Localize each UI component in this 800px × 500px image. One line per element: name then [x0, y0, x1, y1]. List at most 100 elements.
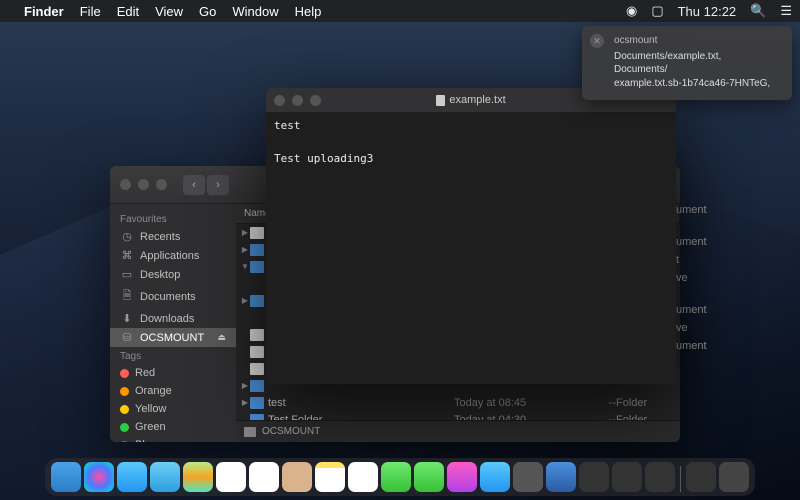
notification-center-icon[interactable]: ☰ — [780, 3, 792, 19]
sidebar-item-applications[interactable]: ⌘Applications — [110, 246, 236, 265]
sidebar-item-desktop[interactable]: ▭ Desktop — [110, 265, 236, 284]
tag-red[interactable]: Red — [110, 364, 236, 382]
disclosure-icon[interactable]: ▶ — [240, 245, 250, 254]
editor-title: example.txt — [449, 94, 505, 106]
folder-icon — [250, 397, 264, 409]
disclosure-icon[interactable]: ▶ — [240, 381, 250, 390]
tag-label: Orange — [135, 385, 172, 397]
notification[interactable]: ✕ ocsmount Documents/example.txt, Docume… — [582, 26, 792, 100]
sidebar-item-downloads[interactable]: ⬇Downloads — [110, 309, 236, 328]
dock-trash[interactable] — [719, 462, 749, 492]
dock[interactable] — [45, 458, 755, 496]
airplay-icon[interactable]: ▢ — [651, 3, 663, 19]
traffic-close[interactable] — [120, 179, 131, 190]
table-row[interactable]: ▶testToday at 08:45--Folder — [236, 394, 680, 411]
dock-facetime[interactable] — [414, 462, 444, 492]
app-menu[interactable]: Finder — [24, 4, 64, 19]
folder-icon — [250, 295, 264, 307]
eject-icon[interactable]: ⏏ — [217, 332, 226, 343]
traffic-zoom[interactable] — [156, 179, 167, 190]
disclosure-icon[interactable]: ▼ — [240, 262, 250, 271]
dock-siri[interactable] — [84, 462, 114, 492]
sidebar-item-label: Applications — [140, 250, 199, 262]
file-kind: Folder — [616, 397, 676, 409]
editor-body[interactable]: test Test uploading3 — [266, 112, 676, 174]
dock-dark[interactable] — [579, 462, 609, 492]
sidebar-item-ocsmount[interactable]: ⛁ OCSMOUNT ⏏ — [110, 328, 236, 347]
disclosure-icon[interactable]: ▶ — [240, 296, 250, 305]
file-icon — [250, 227, 264, 239]
table-row[interactable]: Test FolderToday at 04:30--Folder — [236, 411, 680, 420]
overflow-text: ument — [676, 340, 716, 358]
menu-file[interactable]: File — [80, 4, 101, 19]
dock-prefs[interactable] — [513, 462, 543, 492]
menu-view[interactable]: View — [155, 4, 183, 19]
menu-go[interactable]: Go — [199, 4, 216, 19]
desktop-icon: ▭ — [120, 268, 134, 281]
dock-photos[interactable] — [216, 462, 246, 492]
notification-body: Documents/example.txt, Documents/ exampl… — [614, 50, 782, 91]
tag-dot-icon — [120, 387, 129, 396]
folder-icon — [250, 380, 264, 392]
overflow-text: t — [676, 254, 716, 272]
forward-button[interactable]: › — [207, 175, 229, 195]
dock-mail[interactable] — [150, 462, 180, 492]
overflow-text: ument — [676, 304, 716, 322]
sidebar-item-label: Recents — [140, 231, 180, 243]
file-icon — [250, 329, 264, 341]
dock-contacts[interactable] — [282, 462, 312, 492]
sidebar-item-recents[interactable]: ◷ Recents — [110, 227, 236, 246]
menu-window[interactable]: Window — [232, 4, 278, 19]
dock-notes[interactable] — [315, 462, 345, 492]
dock-dark[interactable] — [686, 462, 716, 492]
sidebar-item-label: Desktop — [140, 269, 180, 281]
fast-user-switch-icon[interactable]: ◉ — [626, 3, 637, 19]
tag-label: Red — [135, 367, 155, 379]
tag-blue[interactable]: Blue — [110, 436, 236, 442]
clock-icon: ◷ — [120, 230, 134, 243]
dock-music[interactable] — [447, 462, 477, 492]
finder-sidebar: Favourites ◷ Recents ⌘Applications ▭ Desktop… — [110, 166, 236, 442]
dock-dark[interactable] — [612, 462, 642, 492]
tag-dot-icon — [120, 405, 129, 414]
dock-xcode[interactable] — [546, 462, 576, 492]
tag-dot-icon — [120, 441, 129, 443]
dock-finder[interactable] — [51, 462, 81, 492]
tag-green[interactable]: Green — [110, 418, 236, 436]
tag-orange[interactable]: Orange — [110, 382, 236, 400]
folder-icon — [250, 261, 264, 273]
path-bar[interactable]: OCSMOUNT — [236, 420, 680, 442]
tag-yellow[interactable]: Yellow — [110, 400, 236, 418]
dock-dark[interactable] — [645, 462, 675, 492]
sidebar-item-label: OCSMOUNT — [140, 332, 204, 344]
document-icon — [436, 95, 445, 106]
dock-cal[interactable] — [249, 462, 279, 492]
file-size: -- — [574, 397, 616, 409]
disclosure-icon[interactable]: ▶ — [240, 228, 250, 237]
dock-separator — [680, 466, 681, 492]
dock-store[interactable] — [480, 462, 510, 492]
sidebar-section-favourites: Favourites — [110, 210, 236, 227]
path-segment[interactable]: OCSMOUNT — [262, 426, 320, 437]
sidebar-item-documents[interactable]: 🗎Documents — [110, 284, 236, 309]
clock[interactable]: Thu 12:22 — [678, 4, 737, 19]
back-button[interactable]: ‹ — [183, 175, 205, 195]
traffic-minimize[interactable] — [138, 179, 149, 190]
dock-maps[interactable] — [183, 462, 213, 492]
disclosure-icon[interactable]: ▶ — [240, 398, 250, 407]
file-date: Today at 08:45 — [454, 397, 574, 409]
menu-edit[interactable]: Edit — [117, 4, 139, 19]
dock-reminders[interactable] — [348, 462, 378, 492]
tag-dot-icon — [120, 423, 129, 432]
dock-safari[interactable] — [117, 462, 147, 492]
folder-icon — [250, 244, 264, 256]
overflow-text: ve — [676, 272, 716, 290]
menu-help[interactable]: Help — [295, 4, 322, 19]
close-icon[interactable]: ✕ — [590, 34, 604, 48]
dock-messages[interactable] — [381, 462, 411, 492]
drive-icon: ⛁ — [120, 331, 134, 344]
spotlight-icon[interactable]: 🔍 — [750, 3, 766, 19]
overflow-text: ve — [676, 322, 716, 340]
overflow-text: ument — [676, 204, 716, 222]
texteditor-window[interactable]: example.txt test Test uploading3 — [266, 88, 676, 384]
